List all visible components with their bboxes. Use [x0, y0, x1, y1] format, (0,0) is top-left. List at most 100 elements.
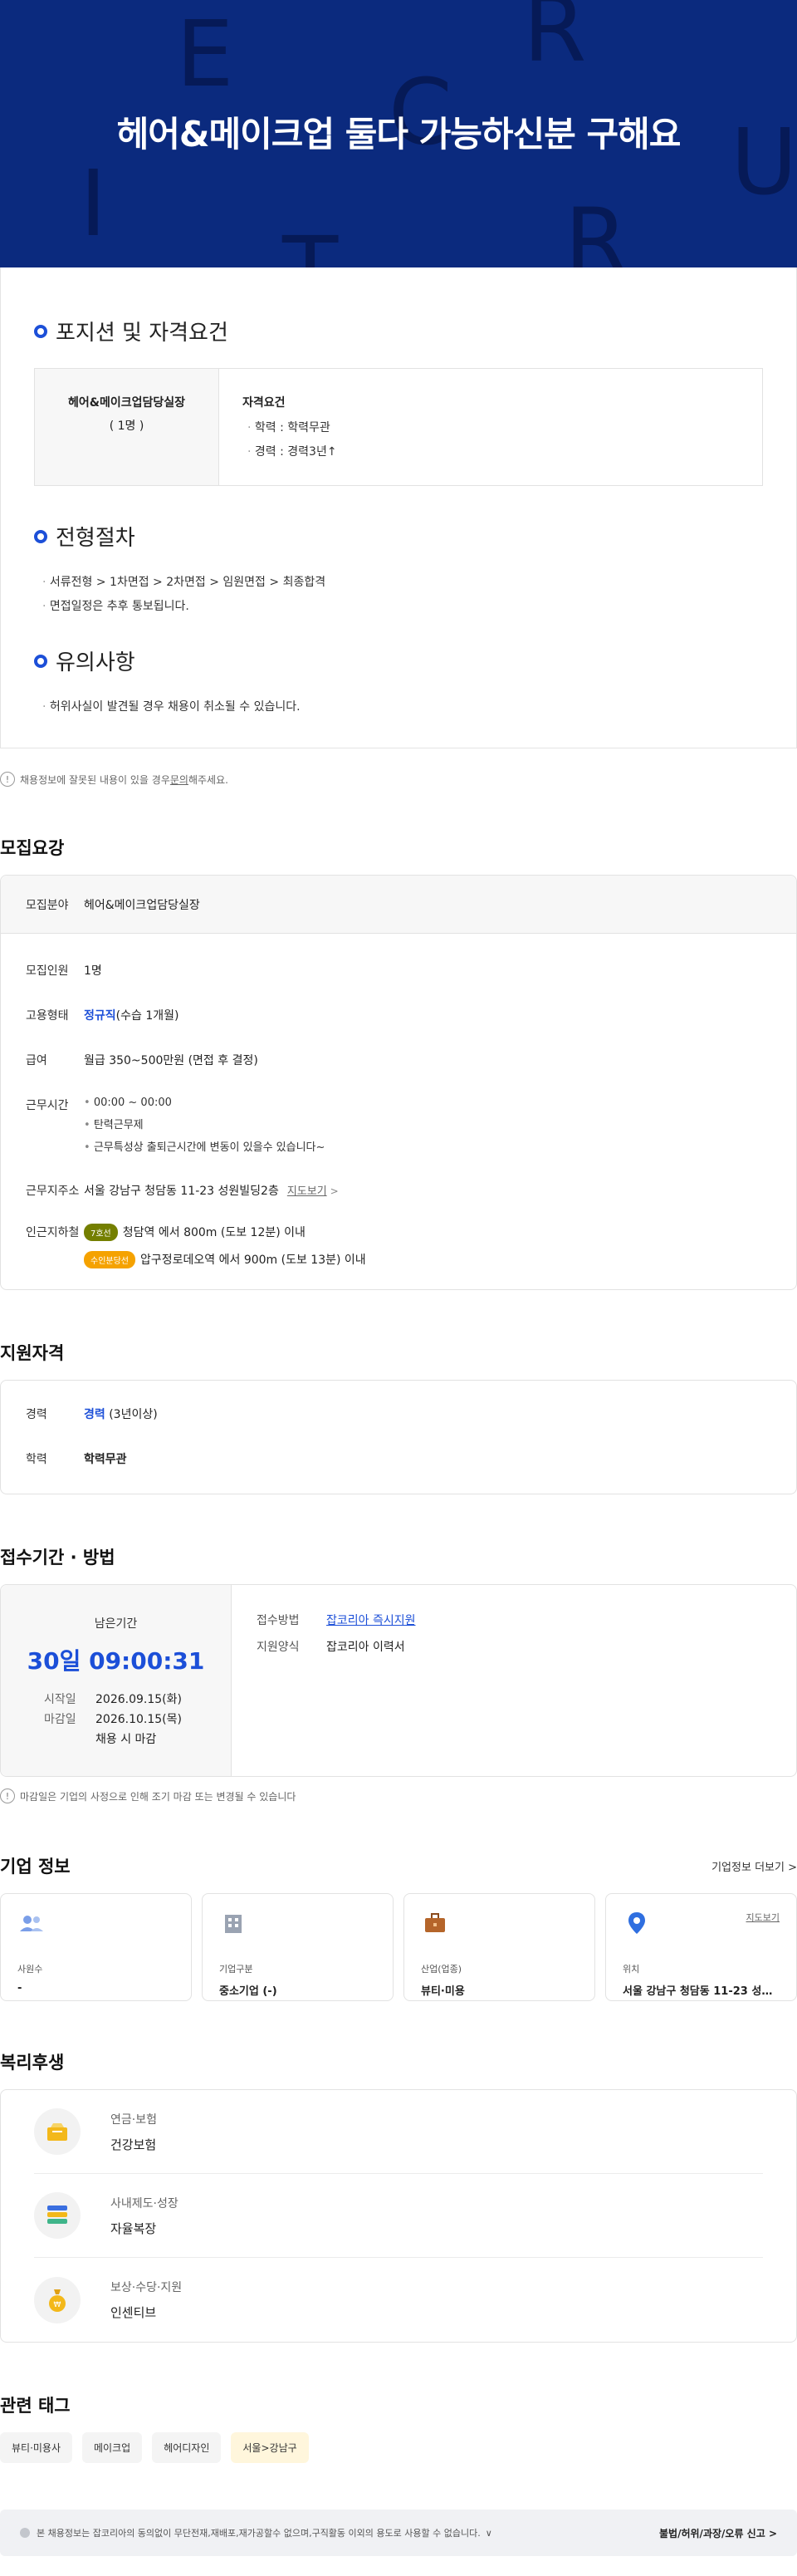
- tags-list: 뷰티·미용사 메이크업 헤어디자인 서울>강남구: [0, 2432, 797, 2463]
- recruit-field-row: 모집분야 헤어&메이크업담당실장: [1, 876, 796, 934]
- tag-chip[interactable]: 뷰티·미용사: [0, 2432, 73, 2463]
- subway-item: 7호선 청담역 에서 800m (도보 12분) 이내: [84, 1224, 366, 1241]
- process-item: 면접일정은 추후 통보됩니다.: [37, 597, 763, 614]
- recruit-salary-row: 급여 월급 350~500만원 (면접 후 결정): [26, 1054, 258, 1067]
- position-heading: 포지션 및 자격요건: [34, 316, 763, 346]
- welfare-item: ₩ 보상·수당·지원 인센티브: [34, 2258, 763, 2342]
- tag-chip[interactable]: 서울>강남구: [231, 2432, 309, 2463]
- hero-deco-letter: I: [80, 150, 107, 257]
- apply-section: 접수기간 · 방법 남은기간 30일 09:00:31 시작일 2026.09.1…: [0, 1544, 797, 1803]
- remaining-time: 30일 09:00:31: [27, 1647, 205, 1675]
- apply-method: 접수방법 잡코리아 즉시지원 지원양식 잡코리아 이력서: [257, 1614, 416, 1654]
- briefcase-icon: [421, 1909, 449, 1937]
- welfare-item: 연금·보험 건강보험: [34, 2090, 763, 2174]
- quick-apply-link[interactable]: 잡코리아 즉시지원: [326, 1614, 416, 1627]
- hero-deco-letter: R: [565, 189, 628, 267]
- info-icon: !: [0, 1788, 15, 1803]
- tags-title: 관련 태그: [0, 2396, 71, 2416]
- company-card: 지도보기 위치 서울 강남구 청담동 11-23 성원빌딩2층: [605, 1893, 797, 2001]
- info-icon: [20, 2528, 30, 2538]
- building-icon: [219, 1909, 247, 1937]
- qualify-career-row: 경력 경력 (3년이상): [26, 1408, 158, 1421]
- caution-list: 허위사실이 발견될 경우 채용이 취소될 수 있습니다.: [34, 698, 763, 714]
- location-icon: [623, 1909, 651, 1937]
- hero-deco-letter: E: [176, 1, 234, 107]
- recruit-type-row: 고용형태 정규직(수습 1개월): [26, 1009, 179, 1023]
- recruit-title: 모집요강: [0, 838, 65, 858]
- qualify-block: 경력 경력 (3년이상) 학력 학력무관: [0, 1380, 797, 1494]
- process-heading: 전형절차: [34, 521, 763, 552]
- hours-item: 00:00 ~ 00:00: [84, 1097, 325, 1109]
- footer-notice: 본 채용정보는 잡코리아의 동의없이 무단전재,재배포,재가공할수 없으며,구직…: [20, 2526, 492, 2539]
- recruit-count-row: 모집인원 1명: [26, 964, 102, 978]
- company-more-link[interactable]: 기업정보 더보기 >: [711, 1858, 797, 1874]
- apply-period: 남은기간 30일 09:00:31 시작일 2026.09.15(화) 마감일 20…: [1, 1585, 232, 1776]
- report-button[interactable]: 불법/허위/과장/오류 신고 >: [659, 2526, 777, 2540]
- process-item: 서류전형 > 1차면접 > 2차면접 > 임원면접 > 최종합격: [37, 573, 763, 590]
- detail-box: 포지션 및 자격요건 헤어&메이크업담당실장 ( 1명 ) 자격요건 학력 : …: [0, 267, 797, 748]
- qualify-section: 지원자격 경력 경력 (3년이상) 학력 학력무관: [0, 1340, 797, 1494]
- hero-title: 헤어&메이크업 둘다 가능하신분 구해요: [116, 114, 682, 155]
- footer-bar: 본 채용정보는 잡코리아의 동의없이 무단전재,재배포,재가공할수 없으며,구직…: [0, 2510, 797, 2556]
- info-icon: !: [0, 772, 15, 787]
- books-icon: [34, 2192, 81, 2239]
- ring-icon: [34, 529, 47, 543]
- chevron-right-icon: >: [788, 1861, 797, 1874]
- company-map-link[interactable]: 지도보기: [746, 1911, 780, 1924]
- subway-item: 수인분당선 압구정로데오역 에서 900m (도보 13분) 이내: [84, 1251, 366, 1268]
- process-list: 서류전형 > 1차면접 > 2차면접 > 임원면접 > 최종합격 면접일정은 추…: [34, 573, 763, 614]
- moneybag-icon: ₩: [34, 2276, 81, 2323]
- welfare-section: 복리후생 연금·보험 건강보험 사내제도·성장 자율복장 ₩ 보상·수당·지원 인센티…: [0, 2049, 797, 2343]
- welfare-title: 복리후생: [0, 2053, 65, 2073]
- report-notice: ! 채용정보에 잘못된 내용이 있을 경우 문의 해주세요.: [0, 748, 797, 787]
- recruit-subway-row: 인근지하철 7호선 청담역 에서 800m (도보 12분) 이내 수인분당선 압구…: [1, 1224, 796, 1268]
- welfare-block: 연금·보험 건강보험 사내제도·성장 자율복장 ₩ 보상·수당·지원 인센티브: [0, 2089, 797, 2343]
- apply-title: 접수기간 · 방법: [0, 1548, 115, 1568]
- ring-icon: [34, 324, 47, 338]
- hours-item: 근무특성상 출퇴근시간에 변동이 있을수 있습니다~: [84, 1138, 325, 1154]
- position-table: 헤어&메이크업담당실장 ( 1명 ) 자격요건 학력 : 학력무관 경력 : 경…: [34, 368, 763, 486]
- tag-chip[interactable]: 메이크업: [82, 2432, 143, 2463]
- position-role-cell: 헤어&메이크업담당실장 ( 1명 ): [35, 369, 219, 485]
- apply-dates: 시작일 2026.09.15(화) 마감일 2026.10.15(목) 채용 시 마…: [44, 1693, 182, 1746]
- recruit-addr-row: 근무지주소 서울 강남구 청담동 11-23 성원빌딩2층 지도보기 >: [26, 1185, 339, 1198]
- hero-deco-letter: R: [523, 0, 587, 82]
- subway-badge: 7호선: [84, 1224, 118, 1241]
- ring-icon: [34, 654, 47, 668]
- svg-text:₩: ₩: [54, 2301, 61, 2309]
- company-title: 기업 정보: [0, 1857, 71, 1877]
- position-count: ( 1명 ): [109, 420, 144, 433]
- caution-heading: 유의사항: [34, 645, 763, 676]
- recruit-hours-row: 근무시간 00:00 ~ 00:00 탄력근무제 근무특성상 출퇴근시간에 변동…: [1, 1097, 796, 1160]
- hours-item: 탄력근무제: [84, 1116, 325, 1131]
- recruit-section: 모집요강 모집분야 헤어&메이크업담당실장 모집인원 1명 고용형태 정규직(수…: [0, 835, 797, 1290]
- chevron-right-icon: >: [768, 2527, 777, 2539]
- tag-chip[interactable]: 헤어디자인: [152, 2432, 222, 2463]
- deadline-notice: ! 마감일은 기업의 사정으로 인해 조기 마감 또는 변경될 수 있습니다: [0, 1777, 797, 1803]
- insurance-icon: [34, 2108, 81, 2155]
- subway-badge: 수인분당선: [84, 1251, 135, 1268]
- position-reqs-cell: 자격요건 학력 : 학력무관 경력 : 경력3년↑: [219, 369, 360, 485]
- inquiry-link[interactable]: 문의: [170, 773, 188, 787]
- req-item: 학력 : 학력무관: [242, 419, 337, 435]
- company-card: 산업(업종) 뷰티·미용: [403, 1893, 595, 2001]
- chevron-down-icon[interactable]: ∨: [486, 2528, 492, 2539]
- recruit-block: 모집분야 헤어&메이크업담당실장 모집인원 1명 고용형태 정규직(수습 1개월…: [0, 875, 797, 1290]
- tags-section: 관련 태그 뷰티·미용사 메이크업 헤어디자인 서울>강남구: [0, 2392, 797, 2463]
- company-card: 기업구분 중소기업 (-): [202, 1893, 394, 2001]
- caution-item: 허위사실이 발견될 경우 채용이 취소될 수 있습니다.: [37, 698, 763, 714]
- req-item: 경력 : 경력3년↑: [242, 443, 337, 459]
- company-section: 기업 정보 기업정보 더보기 > 사원수 - 기업구분 중소기업 (-) 산업(…: [0, 1853, 797, 2001]
- req-title: 자격요건: [242, 396, 286, 410]
- map-link[interactable]: 지도보기: [287, 1185, 327, 1198]
- company-card: 사원수 -: [0, 1893, 192, 2001]
- chevron-right-icon: >: [330, 1185, 339, 1197]
- position-role: 헤어&메이크업담당실장: [67, 396, 185, 410]
- people-icon: [17, 1909, 46, 1937]
- hero-deco-letter: T: [282, 224, 338, 267]
- company-cards: 사원수 - 기업구분 중소기업 (-) 산업(업종) 뷰티·미용 지도보기 위치…: [0, 1893, 797, 2001]
- apply-block: 남은기간 30일 09:00:31 시작일 2026.09.15(화) 마감일 20…: [0, 1584, 797, 1777]
- qualify-title: 지원자격: [0, 1343, 65, 1363]
- welfare-item: 사내제도·성장 자율복장: [34, 2174, 763, 2258]
- hero-banner: E R C U I R T 헤어&메이크업 둘다 가능하신분 구해요: [0, 0, 797, 267]
